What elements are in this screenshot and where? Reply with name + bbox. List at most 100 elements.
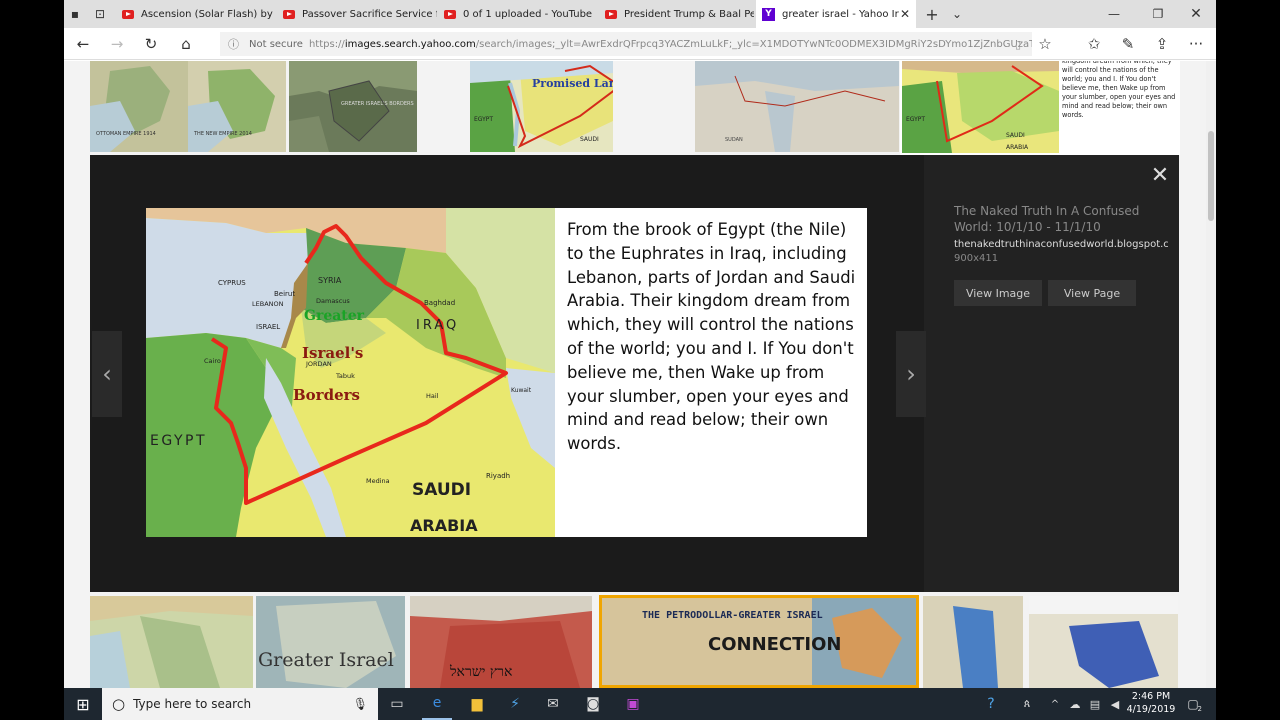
map-label: IRAQ xyxy=(416,318,459,333)
taskbar-search-box[interactable]: ○ Type here to search 🎙 xyxy=(102,688,378,720)
map-title-label: Israel's xyxy=(302,344,363,362)
youtube-icon xyxy=(605,9,617,19)
windows-taskbar: ⊞ ○ Type here to search 🎙 ▭ e ▆ ⚡ ✉ ◙ ▣ … xyxy=(64,688,1216,720)
map-title-label: Greater xyxy=(304,308,365,324)
thumb-label: EGYPT xyxy=(474,116,493,123)
map-title-label: Borders xyxy=(293,386,360,404)
map-thumbnail-image: ארץ ישראל xyxy=(410,596,592,688)
url-host: images.search.yahoo.com xyxy=(344,38,476,50)
map-label: Kuwait xyxy=(511,387,532,394)
restore-button[interactable]: ❐ xyxy=(1138,0,1178,28)
camera-icon[interactable]: ◙ xyxy=(578,688,608,720)
task-view-icon[interactable]: ▭ xyxy=(382,688,412,720)
edge-browser-icon[interactable]: e xyxy=(422,688,452,720)
result-thumbnail[interactable]: SUDAN xyxy=(695,61,899,152)
microphone-icon[interactable]: 🎙 xyxy=(353,697,368,711)
tab-actions-icon[interactable]: ▪ xyxy=(64,0,86,28)
result-thumbnail[interactable]: GREATER ISRAEL'S BORDERS xyxy=(289,61,417,152)
tab-title: greater israel - Yahoo Ir xyxy=(782,8,899,20)
notes-pen-icon[interactable]: ✎ xyxy=(1115,28,1141,60)
close-window-button[interactable]: ✕ xyxy=(1176,0,1216,28)
app-icon[interactable]: ⚡ xyxy=(500,688,530,720)
new-tab-button[interactable]: + xyxy=(920,0,944,28)
tab-greater-israel[interactable]: Y greater israel - Yahoo Ir ✕ xyxy=(756,0,916,28)
thumb-label: SAUDI xyxy=(1006,132,1025,139)
map-thumbnail-image xyxy=(90,596,253,688)
thumb-label: EGYPT xyxy=(906,116,925,123)
map-label: Baghdad xyxy=(424,299,455,307)
result-thumbnail[interactable]: Greater Israel xyxy=(256,596,405,688)
map-thumbnail-image: OTTOMAN EMPIRE 1914 THE NEW EMPIRE 2014 xyxy=(90,61,286,152)
people-icon[interactable]: ጰ xyxy=(1012,688,1042,720)
map-label: Medina xyxy=(366,477,390,485)
thumb-caption: GREATER ISRAEL'S BORDERS xyxy=(341,101,414,107)
youtube-icon xyxy=(122,9,134,19)
image-viewer-overlay: ✕ ‹ › CYPRUS Beirut LEBANON SYRIA Damasc… xyxy=(90,155,1179,592)
map-label: SAUDI xyxy=(412,480,471,500)
map-thumbnail-image: EGYPT SAUDI ARABIA xyxy=(902,61,1059,153)
url-path: /search/images;_ylt=AwrExdrQFrpcq3YACZmL… xyxy=(475,38,1032,50)
mail-icon[interactable]: ✉ xyxy=(538,688,568,720)
map-label: SYRIA xyxy=(318,276,342,285)
next-image-button[interactable]: › xyxy=(896,331,926,417)
result-thumbnail[interactable]: Promised Land EGYPT SAUDI xyxy=(470,61,613,152)
map-label: LEBANON xyxy=(252,300,284,308)
view-image-button[interactable]: View Image xyxy=(954,280,1042,306)
result-thumbnail[interactable]: THE PETRODOLLAR-GREATER ISRAEL CONNECTIO… xyxy=(599,595,919,688)
file-explorer-icon[interactable]: ▆ xyxy=(462,688,492,720)
set-tabs-aside-icon[interactable]: ⊡ xyxy=(88,0,112,28)
tab-title: President Trump & Baal Pe xyxy=(624,8,754,20)
thumb-label: SAUDI xyxy=(580,136,599,143)
thumb-caption: Promised Land xyxy=(532,77,613,90)
view-page-button[interactable]: View Page xyxy=(1048,280,1136,306)
close-tab-icon[interactable]: ✕ xyxy=(900,7,910,21)
recording-app-icon[interactable]: ▣ xyxy=(618,688,648,720)
forward-arrow-icon[interactable]: → xyxy=(104,28,130,60)
favorite-star-icon[interactable]: ☆ xyxy=(1032,28,1058,60)
reading-view-icon[interactable]: ▯ xyxy=(1005,28,1031,60)
tab-passover[interactable]: Passover Sacrifice Service fc xyxy=(277,0,437,28)
result-thumbnail[interactable]: ארץ ישראל xyxy=(410,596,592,688)
system-clock[interactable]: 2:46 PM 4/19/2019 xyxy=(1126,690,1176,716)
close-viewer-icon[interactable]: ✕ xyxy=(1147,162,1173,188)
tab-ascension[interactable]: Ascension (Solar Flash) by C xyxy=(116,0,276,28)
viewer-main-image: CYPRUS Beirut LEBANON SYRIA Damascus ISR… xyxy=(146,208,867,537)
map-label: CYPRUS xyxy=(218,279,246,287)
tab-menu-icon[interactable]: ⌄ xyxy=(946,0,968,28)
result-thumbnail-selected[interactable]: EGYPT SAUDI ARABIA kingdom dream from wh… xyxy=(900,61,1180,155)
map-label: Damascus xyxy=(316,297,350,305)
tab-youtube-upload[interactable]: 0 of 1 uploaded - YouTube xyxy=(438,0,598,28)
favorites-hub-icon[interactable]: ✩ xyxy=(1081,28,1107,60)
map-label: ISRAEL xyxy=(256,323,280,331)
windows-start-icon[interactable]: ⊞ xyxy=(68,688,98,720)
thumb-caption: Greater Israel xyxy=(258,649,394,671)
map-label: Riyadh xyxy=(486,472,510,480)
result-thumbnail[interactable] xyxy=(923,596,1023,688)
result-thumbnail[interactable] xyxy=(90,596,253,688)
action-center-icon[interactable]: ▢ 2 xyxy=(1178,688,1208,720)
previous-image-button[interactable]: ‹ xyxy=(92,331,122,417)
tab-title: Ascension (Solar Flash) by C xyxy=(141,8,276,20)
page-scrollbar[interactable] xyxy=(1206,61,1216,688)
scrollbar-thumb[interactable] xyxy=(1208,131,1214,221)
thumb-label: ARABIA xyxy=(1006,144,1029,151)
result-thumbnail[interactable]: OTTOMAN EMPIRE 1914 THE NEW EMPIRE 2014 xyxy=(90,61,286,152)
more-menu-icon[interactable]: ··· xyxy=(1183,28,1209,60)
thumb-caption: kingdom dream from which, they will cont… xyxy=(1062,61,1176,119)
map-label: EGYPT xyxy=(150,433,207,449)
minimize-button[interactable]: — xyxy=(1094,0,1134,28)
promised-land-thumbnail: Promised Land EGYPT SAUDI xyxy=(470,61,613,152)
source-domain[interactable]: thenakedtruthinaconfusedworld.blogspot.c… xyxy=(954,239,1168,250)
thumb-label: SUDAN xyxy=(725,137,743,143)
refresh-icon[interactable]: ↻ xyxy=(138,28,164,60)
share-icon[interactable]: ⇪ xyxy=(1149,28,1175,60)
source-title[interactable]: The Naked Truth In A Confused World: 10/… xyxy=(954,203,1154,235)
browser-window: ▪ ⊡ Ascension (Solar Flash) by C Passove… xyxy=(64,0,1216,720)
result-thumbnail[interactable] xyxy=(1029,596,1178,688)
home-icon[interactable]: ⌂ xyxy=(173,28,199,60)
back-arrow-icon[interactable]: ← xyxy=(70,28,96,60)
map-label: Tabuk xyxy=(335,372,355,380)
url-field[interactable]: ⓘ Not secure https:// images.search.yaho… xyxy=(220,32,1032,56)
help-icon[interactable]: ? xyxy=(976,688,1006,720)
tab-trump-baal[interactable]: President Trump & Baal Pe xyxy=(599,0,754,28)
